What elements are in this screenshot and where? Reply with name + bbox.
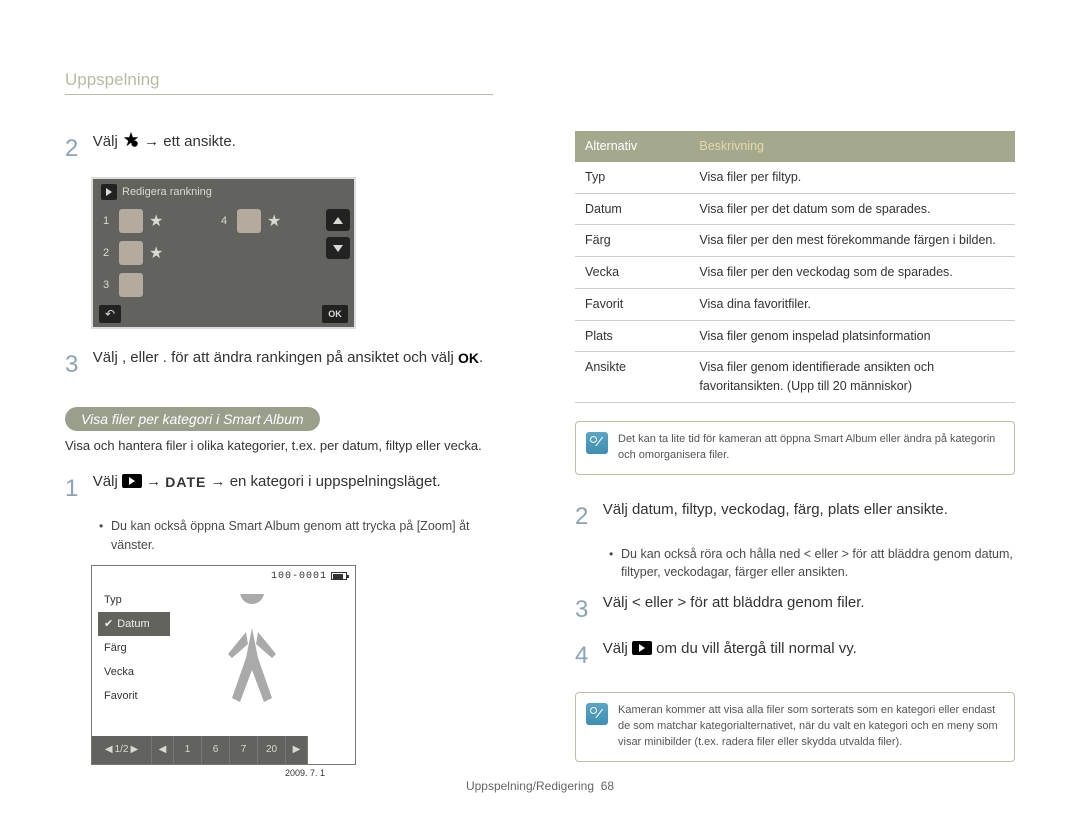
rank-num: 1 [103, 215, 113, 227]
playback-icon [122, 474, 142, 488]
album-screenshot: 100-0001 Typ ✔Datum Färg Vecka Favorit ◀… [91, 565, 356, 765]
r-step2-text: Välj datum, filtyp, veckodag, färg, plat… [603, 499, 948, 522]
face-thumb [119, 273, 143, 297]
face-thumb [237, 209, 261, 233]
date-icon: DATE [165, 472, 206, 493]
step3-text: Välj , eller . för att ändra rankingen p… [93, 349, 458, 366]
table-row: AnsikteVisa ﬁler genom identiﬁerade ansi… [575, 352, 1015, 403]
left-step-1: 1 Välj → DATE → en kategori i uppspelnin… [65, 471, 505, 507]
step-number: 3 [575, 592, 599, 628]
step1-bullet: Du kan också öppna Smart Album genom att… [99, 517, 505, 555]
r-step4-prefix: Välj [603, 640, 632, 657]
rank-down-button[interactable] [326, 237, 350, 259]
star-icon: ★ [149, 211, 161, 231]
section-title: Uppspelning [65, 70, 493, 95]
album-date: 2009. 7. 1 [285, 768, 325, 778]
table-row: FavoritVisa dina favoritﬁler. [575, 288, 1015, 320]
playback-icon [632, 641, 652, 655]
r-step4-suffix: om du vill återgå till normal vy. [652, 640, 857, 657]
check-icon: ✔ [104, 617, 113, 630]
page-indicator: ◀ 1/2 ▶ [92, 736, 152, 764]
r-step2-bullet: Du kan också röra och hålla ned < eller … [609, 545, 1015, 583]
preview-silhouette [192, 594, 312, 734]
menu-farg[interactable]: Färg [98, 636, 170, 660]
th-option: Alternativ [575, 131, 689, 162]
step-number: 4 [575, 638, 599, 674]
next-button[interactable]: ▶ [286, 736, 308, 764]
right-step-4: 4 Välj om du vill återgå till normal vy. [575, 638, 1015, 674]
s1-mid: → [142, 473, 165, 490]
smart-album-heading: Visa filer per kategori i Smart Album [65, 407, 320, 431]
step-number: 2 [65, 131, 89, 167]
thumb[interactable]: 1 [174, 736, 202, 764]
left-column: 2 Välj → ett ansikte. Redigera rankning … [65, 131, 505, 765]
table-row: FärgVisa ﬁler per den mest förekommande … [575, 225, 1015, 257]
s1-prefix: Välj [93, 473, 122, 490]
image-counter: 100-0001 [271, 571, 327, 582]
table-row: PlatsVisa ﬁler genom inspelad platsinfor… [575, 320, 1015, 352]
step2-prefix: Välj [93, 133, 122, 150]
ok-icon: OK [458, 348, 479, 369]
ranking-screenshot: Redigera rankning 1 ★ 4 ★ 2 ★ 3 [91, 177, 356, 329]
ok-button[interactable]: OK [322, 305, 348, 323]
thumb[interactable]: 7 [230, 736, 258, 764]
step2-suffix: → ett ansikte. [140, 133, 236, 150]
right-column: Alternativ Beskrivning TypVisa ﬁler per … [575, 131, 1015, 765]
menu-favorit[interactable]: Favorit [98, 684, 170, 708]
rank-num: 4 [221, 215, 231, 227]
thumb[interactable]: 6 [202, 736, 230, 764]
table-row: TypVisa ﬁler per ﬁltyp. [575, 162, 1015, 193]
thumb[interactable]: 20 [258, 736, 286, 764]
step-number: 3 [65, 347, 89, 383]
rank-num: 3 [103, 279, 113, 291]
step-number: 2 [575, 499, 599, 535]
prev-button[interactable]: ◀ [152, 736, 174, 764]
smart-album-desc: Visa och hantera ﬁler i olika kategorier… [65, 437, 505, 455]
menu-vecka[interactable]: Vecka [98, 660, 170, 684]
face-thumb [119, 241, 143, 265]
options-table: Alternativ Beskrivning TypVisa ﬁler per … [575, 131, 1015, 403]
right-step-2: 2 Välj datum, filtyp, veckodag, färg, pl… [575, 499, 1015, 535]
left-step-2: 2 Välj → ett ansikte. [65, 131, 505, 167]
note-1: ⁄ Det kan ta lite tid för kameran att öp… [575, 421, 1015, 475]
face-thumb [119, 209, 143, 233]
battery-icon [331, 572, 347, 580]
table-row: DatumVisa ﬁler per det datum som de spar… [575, 193, 1015, 225]
menu-typ[interactable]: Typ [98, 588, 170, 612]
menu-datum[interactable]: ✔Datum [98, 612, 170, 636]
rank-up-button[interactable] [326, 209, 350, 231]
star-icon: ★ [267, 211, 279, 231]
th-desc: Beskrivning [689, 131, 1015, 162]
note-icon: ⁄ [586, 703, 608, 725]
step-number: 1 [65, 471, 89, 507]
right-step-3: 3 Välj < eller > för att bläddra genom f… [575, 592, 1015, 628]
ranking-title: Redigera rankning [122, 186, 212, 198]
album-menu: Typ ✔Datum Färg Vecka Favorit [98, 588, 170, 708]
back-button[interactable]: ↶ [99, 305, 121, 323]
star-icon: ★ [149, 243, 161, 263]
r-step3-text: Välj < eller > för att bläddra genom fil… [603, 592, 865, 615]
rank-num: 2 [103, 247, 113, 259]
note-icon: ⁄ [586, 432, 608, 454]
star-person-icon [122, 131, 140, 149]
table-row: VeckaVisa ﬁler per den veckodag som de s… [575, 257, 1015, 289]
page-footer: Uppspelning/Redigering 68 [0, 779, 1080, 793]
note-2: ⁄ Kameran kommer att visa alla ﬁler som … [575, 692, 1015, 762]
s1-suffix: → en kategori i uppspelningsläget. [206, 473, 440, 490]
play-icon [101, 184, 117, 200]
left-step-3: 3 Välj , eller . för att ändra rankingen… [65, 347, 505, 383]
